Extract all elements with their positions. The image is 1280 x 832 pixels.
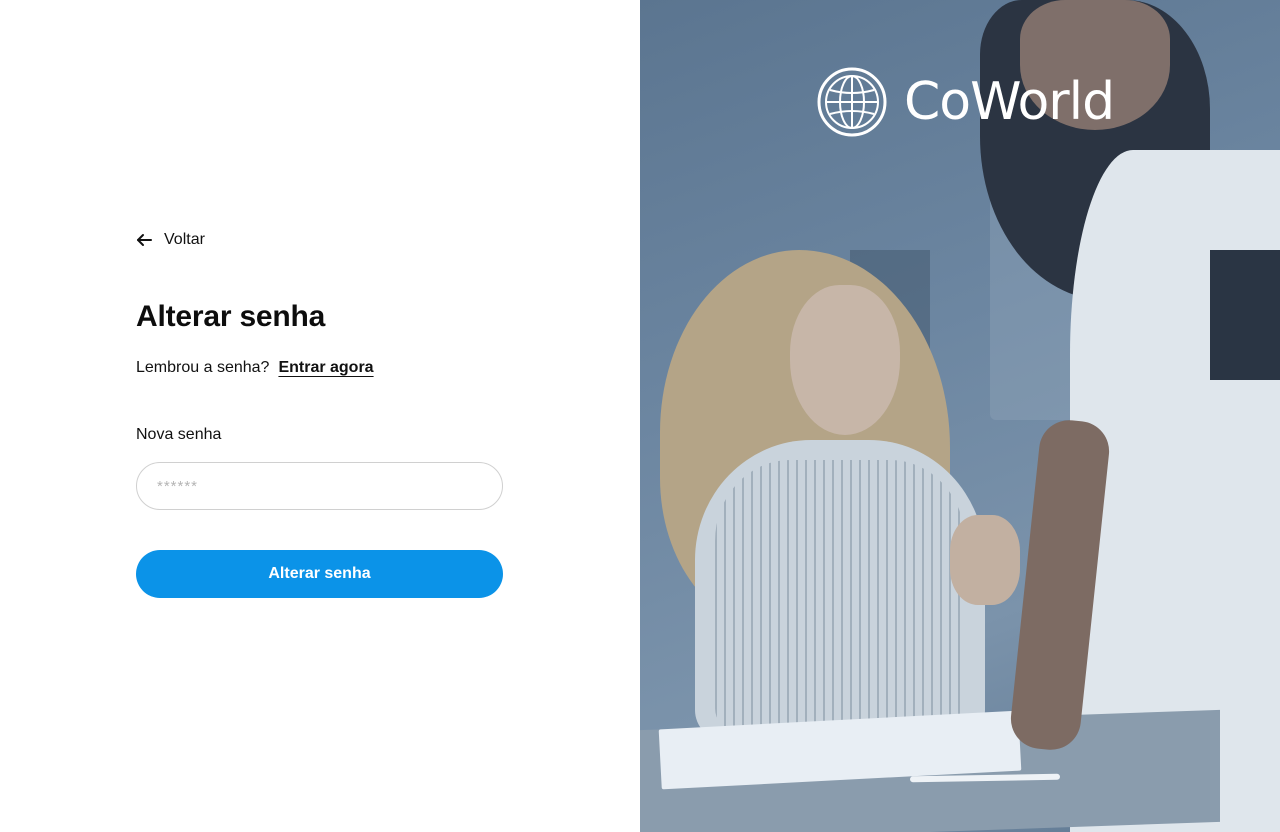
login-link[interactable]: Entrar agora (278, 359, 373, 377)
person-hand (950, 515, 1020, 605)
back-label: Voltar (164, 231, 205, 248)
remember-text: Lembrou a senha? (136, 359, 270, 376)
page-title: Alterar senha (136, 300, 326, 333)
globe-icon (817, 67, 887, 137)
brand-name: CoWorld (904, 72, 1115, 132)
password-label: Nova senha (136, 426, 222, 443)
remember-row: Lembrou a senha? Entrar agora (136, 359, 374, 377)
back-link[interactable]: Voltar (136, 231, 205, 249)
person-top (1210, 250, 1280, 380)
striped-shirt (715, 460, 965, 730)
new-password-input[interactable] (136, 462, 503, 510)
arrow-left-icon (137, 234, 152, 246)
change-password-button[interactable]: Alterar senha (136, 550, 503, 598)
hero-image: CoWorld (640, 0, 1280, 832)
person-face (790, 285, 900, 435)
form-panel: Voltar Alterar senha Lembrou a senha? En… (0, 0, 640, 832)
brand-logo: CoWorld (816, 66, 1115, 138)
